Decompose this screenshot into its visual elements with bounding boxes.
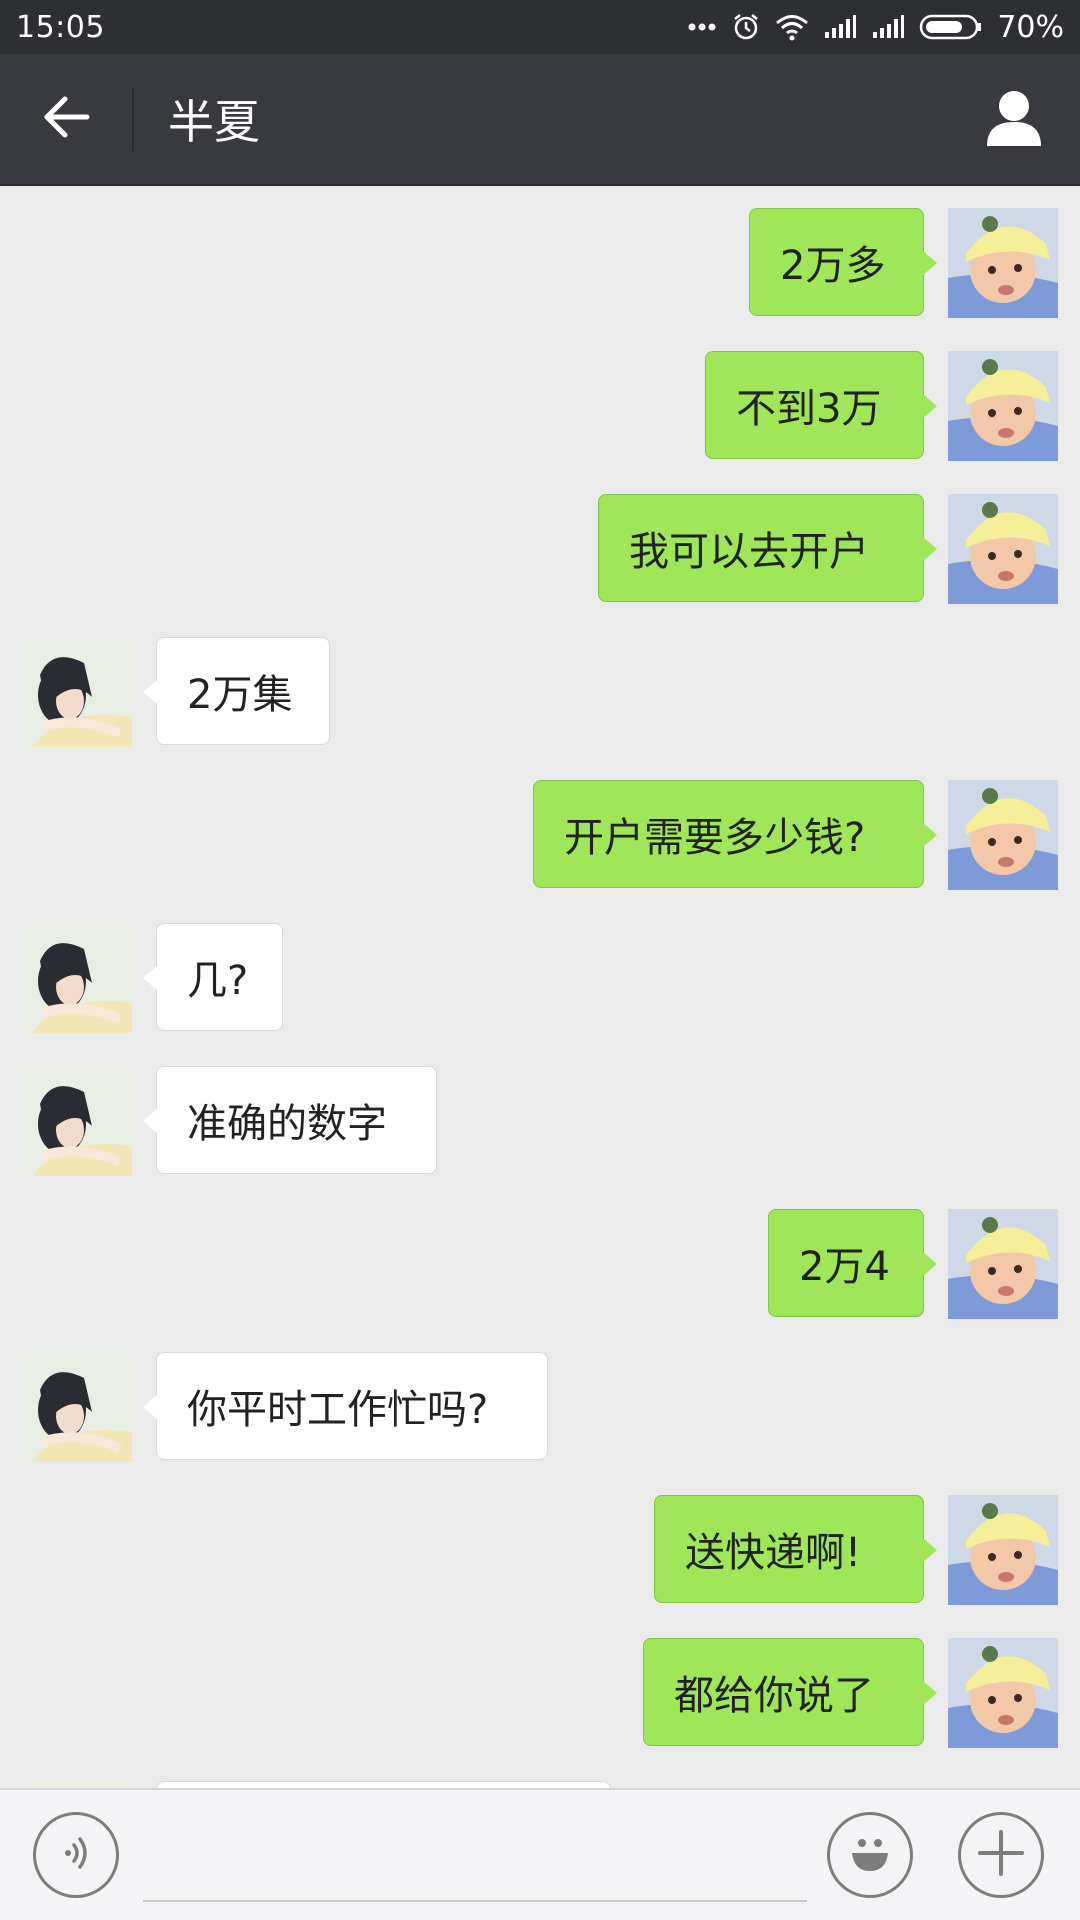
message-row: 2万多 bbox=[0, 208, 1080, 318]
voice-button[interactable] bbox=[33, 1812, 119, 1898]
profile-button[interactable] bbox=[948, 53, 1080, 185]
message-bubble-self[interactable]: 我可以去开户 bbox=[598, 494, 937, 602]
avatar-other[interactable] bbox=[22, 923, 132, 1033]
message-row: 都给你说了 bbox=[0, 1638, 1080, 1748]
message-bubble-self[interactable]: 不到3万 bbox=[705, 351, 937, 459]
plus-button[interactable] bbox=[958, 1812, 1044, 1898]
message-bubble-other[interactable]: 你平时工作忙吗? bbox=[143, 1352, 548, 1460]
message-row: 几? bbox=[0, 923, 1080, 1033]
emoji-button[interactable] bbox=[827, 1812, 913, 1898]
alarm-icon bbox=[731, 12, 761, 42]
message-bubble-self[interactable]: 2万多 bbox=[749, 208, 937, 316]
message-row: 2万4 bbox=[0, 1209, 1080, 1319]
chat-header: 半夏 bbox=[0, 54, 1080, 186]
signal-icon bbox=[871, 14, 905, 40]
dots-icon bbox=[687, 22, 717, 32]
avatar-other[interactable] bbox=[22, 1066, 132, 1176]
avatar-self[interactable] bbox=[948, 780, 1058, 890]
status-bar: 15:05 70% bbox=[0, 0, 1080, 54]
avatar-self[interactable] bbox=[948, 208, 1058, 318]
signal-icon bbox=[823, 14, 857, 40]
voice-icon bbox=[56, 1831, 96, 1879]
message-row: 不到3万 bbox=[0, 351, 1080, 461]
back-arrow-icon bbox=[41, 95, 91, 143]
message-list[interactable]: 2万多 不到3万 我可以去开户 2万集 开户需要多少钱? 几? 准确的数字 2万… bbox=[0, 186, 1080, 1788]
message-row: 送快递啊! bbox=[0, 1495, 1080, 1605]
wifi-icon bbox=[775, 13, 809, 41]
plus-icon bbox=[974, 1826, 1028, 1884]
message-bubble-self[interactable]: 送快递啊! bbox=[654, 1495, 937, 1603]
message-row: 你平时工作忙吗? bbox=[0, 1352, 1080, 1462]
avatar-other[interactable] bbox=[22, 637, 132, 747]
message-bubble-other[interactable]: 2万集 bbox=[143, 637, 330, 745]
back-button[interactable] bbox=[0, 53, 132, 185]
message-bubble-other[interactable]: 准确的数字 bbox=[143, 1066, 437, 1174]
message-bubble-other[interactable]: 几? bbox=[143, 923, 283, 1031]
message-bubble-self[interactable]: 都给你说了 bbox=[643, 1638, 937, 1746]
avatar-self[interactable] bbox=[948, 351, 1058, 461]
message-bubble-other[interactable] bbox=[156, 1781, 611, 1788]
message-bubble-self[interactable]: 2万4 bbox=[768, 1209, 937, 1317]
avatar-self[interactable] bbox=[948, 1638, 1058, 1748]
status-time: 15:05 bbox=[16, 9, 105, 45]
avatar-self[interactable] bbox=[948, 1209, 1058, 1319]
avatar-self[interactable] bbox=[948, 1495, 1058, 1605]
emoji-icon bbox=[840, 1823, 900, 1887]
input-bar bbox=[0, 1788, 1080, 1920]
avatar-other[interactable] bbox=[22, 1781, 132, 1788]
battery-text: 70% bbox=[997, 9, 1064, 45]
message-row: 开户需要多少钱? bbox=[0, 780, 1080, 890]
message-row bbox=[0, 1781, 1080, 1788]
message-row: 2万集 bbox=[0, 637, 1080, 747]
header-divider bbox=[132, 87, 134, 151]
profile-icon bbox=[983, 86, 1045, 152]
battery-icon bbox=[919, 13, 983, 41]
avatar-self[interactable] bbox=[948, 494, 1058, 604]
avatar-other[interactable] bbox=[22, 1352, 132, 1462]
message-bubble-self[interactable]: 开户需要多少钱? bbox=[533, 780, 937, 888]
status-icons: 70% bbox=[687, 10, 1064, 45]
message-row: 我可以去开户 bbox=[0, 494, 1080, 604]
message-input[interactable] bbox=[143, 1820, 807, 1902]
chat-title: 半夏 bbox=[168, 95, 260, 149]
message-row: 准确的数字 bbox=[0, 1066, 1080, 1176]
